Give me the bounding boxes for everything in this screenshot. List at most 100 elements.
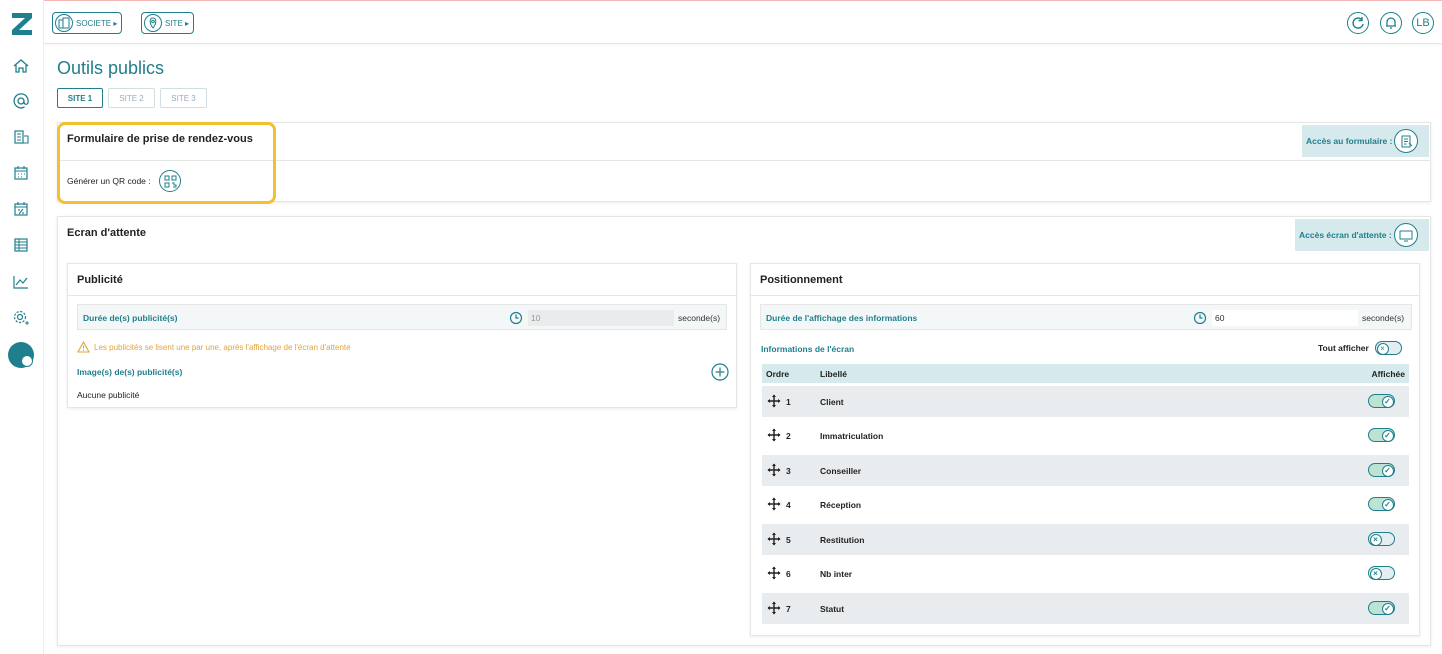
add-publicite-button[interactable] — [711, 363, 729, 381]
show-all-toggle[interactable]: × — [1375, 341, 1402, 355]
column-label: Libellé — [820, 369, 847, 379]
waiting-access-link[interactable]: Accès écran d'attente : — [1295, 219, 1429, 251]
drag-handle-icon[interactable] — [767, 463, 781, 477]
check-icon: ✓ — [1381, 429, 1394, 442]
x-icon: × — [1369, 533, 1382, 546]
row-label: Nb inter — [820, 569, 853, 579]
sidebar — [0, 0, 44, 654]
divider — [751, 295, 1419, 296]
settings-icon[interactable] — [12, 309, 30, 327]
x-icon: × — [1369, 567, 1382, 580]
positionnement-duration-row: Durée de l'affichage des informations 60… — [760, 304, 1412, 330]
positionnement-title: Positionnement — [760, 274, 843, 286]
table-row: 2 Immatriculation ✓ — [762, 420, 1409, 451]
row-order: 7 — [786, 604, 791, 614]
bell-icon — [1386, 17, 1396, 29]
row-shown-toggle[interactable]: ✓ — [1368, 497, 1395, 511]
drag-handle-icon[interactable] — [767, 566, 781, 580]
publicite-card: Publicité Durée de(s) publicité(s) 10 se… — [67, 263, 737, 408]
screen-info-label: Informations de l'écran — [761, 344, 855, 354]
x-icon: × — [1376, 342, 1389, 355]
calendar-percent-icon[interactable] — [12, 200, 30, 218]
show-all-label: Tout afficher — [1318, 343, 1369, 353]
home-icon[interactable] — [12, 57, 30, 75]
clock-icon — [1193, 311, 1207, 325]
warning-icon — [77, 341, 90, 353]
row-label: Immatriculation — [820, 431, 884, 441]
form-access-link[interactable]: Accès au formulaire : — [1302, 125, 1429, 157]
publicite-empty-text: Aucune publicité — [77, 390, 140, 400]
drag-handle-icon[interactable] — [767, 497, 781, 511]
column-shown: Affichée — [1371, 369, 1405, 379]
positionnement-duration-unit: seconde(s) — [1362, 313, 1405, 323]
row-shown-toggle[interactable]: ✓ — [1368, 428, 1395, 442]
row-shown-toggle[interactable]: ✓ — [1368, 601, 1395, 615]
table-row: 6 Nb inter × — [762, 558, 1409, 589]
logo[interactable] — [10, 10, 34, 38]
tab-site-1[interactable]: SITE 1 — [57, 88, 103, 108]
publicite-duration-input[interactable]: 10 — [528, 310, 674, 326]
form-access-label: Accès au formulaire : — [1306, 136, 1393, 146]
waiting-access-label: Accès écran d'attente : — [1299, 230, 1392, 240]
site-label: SITE ▸ — [165, 18, 190, 28]
form-document-icon — [1394, 129, 1419, 153]
row-shown-toggle[interactable]: × — [1368, 532, 1395, 546]
row-label: Statut — [820, 604, 845, 614]
table-icon[interactable] — [12, 236, 30, 254]
refresh-icon — [1352, 17, 1364, 29]
row-label: Restitution — [820, 535, 865, 545]
chart-line-icon[interactable] — [12, 273, 30, 291]
user-menu-button[interactable]: LB — [1412, 12, 1434, 34]
top-bar: SOCIETE ▸ SITE ▸ LB — [44, 1, 1442, 44]
row-order: 4 — [786, 500, 791, 510]
publicite-duration-row: Durée de(s) publicité(s) 10 seconde(s) — [77, 304, 727, 330]
publicite-duration-unit: seconde(s) — [678, 313, 721, 323]
building-icon — [55, 14, 73, 32]
drag-handle-icon[interactable] — [767, 428, 781, 442]
building-list-icon[interactable] — [12, 128, 30, 146]
tab-site-3[interactable]: SITE 3 — [160, 88, 207, 108]
user-initials: LB — [1416, 17, 1430, 29]
check-icon: ✓ — [1381, 464, 1394, 477]
check-icon: ✓ — [1381, 498, 1394, 511]
row-shown-toggle[interactable]: × — [1368, 566, 1395, 580]
tab-site-2[interactable]: SITE 2 — [108, 88, 155, 108]
societe-selector[interactable]: SOCIETE ▸ — [52, 12, 123, 34]
table-row: 7 Statut ✓ — [762, 593, 1409, 624]
calendar-icon[interactable] — [12, 164, 30, 182]
refresh-button[interactable] — [1347, 12, 1369, 34]
publicite-title: Publicité — [77, 274, 123, 286]
page-title: Outils publics — [57, 58, 165, 78]
publicite-duration-label: Durée de(s) publicité(s) — [83, 313, 178, 323]
at-icon[interactable] — [12, 92, 30, 110]
info-table-header: Ordre Libellé Affichée — [762, 364, 1409, 383]
drag-handle-icon[interactable] — [767, 601, 781, 615]
chat-icon — [21, 355, 33, 367]
site-selector[interactable]: SITE ▸ — [141, 12, 195, 34]
row-order: 1 — [786, 397, 791, 407]
notifications-button[interactable] — [1380, 12, 1402, 34]
table-row: 1 Client ✓ — [762, 386, 1409, 417]
row-label: Conseiller — [820, 466, 862, 476]
clock-icon — [509, 311, 523, 325]
check-icon: ✓ — [1381, 602, 1394, 615]
positionnement-duration-input[interactable]: 60 — [1212, 310, 1358, 326]
drag-handle-icon[interactable] — [767, 532, 781, 546]
row-label: Client — [820, 397, 844, 407]
table-row: 4 Réception ✓ — [762, 489, 1409, 520]
row-order: 6 — [786, 569, 791, 579]
table-row: 5 Restitution × — [762, 524, 1409, 555]
check-icon: ✓ — [1381, 395, 1394, 408]
highlight-box — [57, 122, 276, 204]
publicite-images-label: Image(s) de(s) publicité(s) — [77, 367, 183, 377]
column-order: Ordre — [766, 369, 790, 379]
row-label: Réception — [820, 500, 862, 510]
waiting-card-title: Ecran d'attente — [67, 227, 147, 239]
divider — [68, 295, 736, 296]
row-shown-toggle[interactable]: ✓ — [1368, 463, 1395, 477]
positionnement-duration-label: Durée de l'affichage des informations — [766, 313, 918, 323]
drag-handle-icon[interactable] — [767, 394, 781, 408]
row-shown-toggle[interactable]: ✓ — [1368, 394, 1395, 408]
societe-label: SOCIETE ▸ — [76, 18, 118, 28]
row-order: 5 — [786, 535, 791, 545]
